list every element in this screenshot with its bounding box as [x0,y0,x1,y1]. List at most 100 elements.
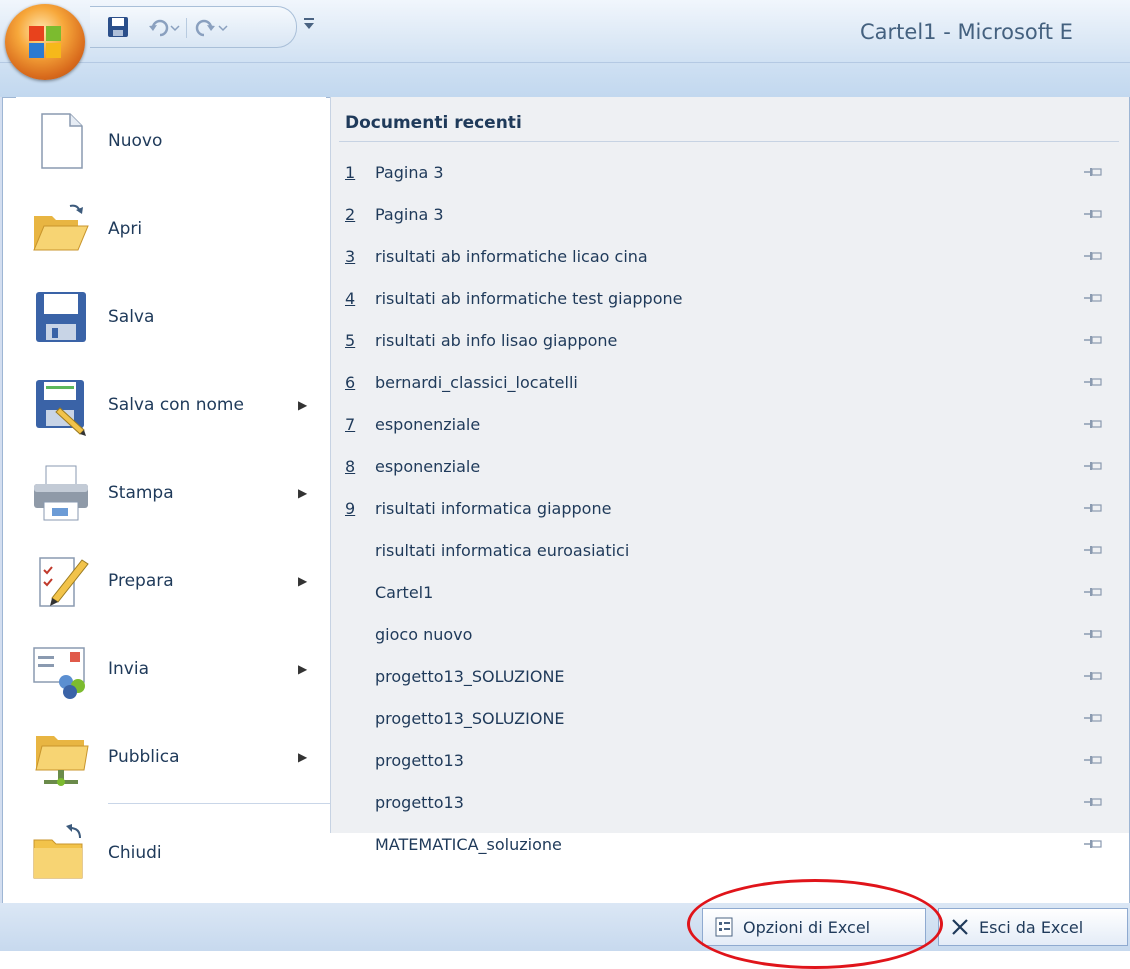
menu-item-apri[interactable]: Apri [16,185,326,273]
recent-document-name: risultati informatica giappone [375,499,612,518]
submenu-arrow-icon: ▶ [298,750,308,764]
menu-item-label: Pubblica [108,747,180,767]
office-button[interactable] [5,4,85,80]
pin-icon[interactable] [1083,627,1103,641]
pin-icon[interactable] [1083,249,1103,263]
recent-document-name: esponenziale [375,457,481,476]
recent-document-item[interactable]: risultati informatica euroasiatici [331,531,1129,573]
menu-item-pubblica[interactable]: Pubblica ▶ [16,713,326,801]
menu-item-label: Salva [108,307,155,327]
menu-item-label: Stampa [108,483,174,503]
recent-document-item[interactable]: 9 risultati informatica giappone [331,489,1129,531]
menu-item-chiudi[interactable]: Chiudi [16,809,326,897]
menu-item-label: Prepara [108,571,174,591]
menu-item-label: Salva con nome [108,395,244,415]
recent-document-name: esponenziale [375,415,481,434]
save-icon [36,292,86,342]
recent-documents-divider [339,141,1119,142]
recent-document-name: MATEMATICA_soluzione [375,835,562,854]
recent-document-item[interactable]: 3 risultati ab informatiche licao cina [331,237,1129,279]
recent-document-name: Cartel1 [375,583,434,602]
menu-item-salva-con-nome[interactable]: Salva con nome ▶ [16,361,326,449]
recent-document-name: gioco nuovo [375,625,473,644]
close-icon [949,916,971,938]
pin-icon[interactable] [1083,417,1103,431]
office-menu-commands: Nuovo Apri Salva Salva con nome ▶ Stampa… [16,97,342,879]
menu-item-stampa[interactable]: Stampa ▶ [16,449,326,537]
pin-icon[interactable] [1083,501,1103,515]
menu-item-label: Apri [108,219,143,239]
recent-document-item[interactable]: progetto13 [331,741,1129,783]
customize-qat-icon[interactable] [302,14,316,32]
pin-icon[interactable] [1083,375,1103,389]
menu-item-prepara[interactable]: Prepara ▶ [16,537,326,625]
recent-document-number: 9 [345,499,356,518]
submenu-arrow-icon: ▶ [298,662,308,676]
recent-document-number: 4 [345,289,356,308]
recent-document-item[interactable]: 1 Pagina 3 [331,153,1129,195]
options-icon [713,916,735,938]
pin-icon[interactable] [1083,459,1103,473]
pin-icon[interactable] [1083,291,1103,305]
recent-document-item[interactable]: Cartel1 [331,573,1129,615]
recent-document-item[interactable]: 2 Pagina 3 [331,195,1129,237]
qat-redo-button[interactable] [194,15,230,39]
pin-icon[interactable] [1083,333,1103,347]
menu-item-nuovo[interactable]: Nuovo [16,97,326,185]
menu-item-invia[interactable]: Invia ▶ [16,625,326,713]
recent-document-number: 3 [345,247,356,266]
recent-document-item[interactable]: 8 esponenziale [331,447,1129,489]
quick-access-toolbar [90,6,297,48]
recent-document-name: progetto13 [375,751,464,770]
recent-document-item[interactable]: gioco nuovo [331,615,1129,657]
redo-icon [195,19,228,37]
submenu-arrow-icon: ▶ [298,398,308,412]
pin-icon[interactable] [1083,837,1103,851]
recent-document-name: Pagina 3 [375,163,444,182]
save-icon [108,17,128,37]
new-document-icon [41,113,83,169]
recent-document-item[interactable]: 6 bernardi_classici_locatelli [331,363,1129,405]
publish-icon [35,736,89,786]
undo-icon [149,19,180,37]
recent-document-item[interactable]: 5 risultati ab info lisao giappone [331,321,1129,363]
title-bar-divider [0,62,1130,63]
office-logo-icon [29,26,61,58]
window-title: Cartel1 - Microsoft E [860,20,1073,44]
title-bar: Cartel1 - Microsoft E [0,0,1130,97]
recent-document-number: 2 [345,205,356,224]
pin-icon[interactable] [1083,753,1103,767]
recent-document-number: 8 [345,457,356,476]
prepare-icon [39,557,89,607]
excel-options-label: Opzioni di Excel [743,917,871,937]
recent-document-name: risultati informatica euroasiatici [375,541,630,560]
menu-item-label: Invia [108,659,149,679]
recent-document-item[interactable]: MATEMATICA_soluzione [331,825,1129,867]
menu-item-salva[interactable]: Salva [16,273,326,361]
office-menu-footer: Opzioni di Excel Esci da Excel [0,903,1130,951]
qat-save-button[interactable] [106,15,130,39]
pin-icon[interactable] [1083,165,1103,179]
qat-separator [186,18,187,38]
recent-document-number: 5 [345,331,356,350]
recent-document-item[interactable]: 4 risultati ab informatiche test giappone [331,279,1129,321]
close-folder-icon [33,824,83,879]
pin-icon[interactable] [1083,711,1103,725]
exit-excel-label: Esci da Excel [979,917,1084,937]
pin-icon[interactable] [1083,543,1103,557]
recent-document-name: risultati ab informatiche test giappone [375,289,683,308]
pin-icon[interactable] [1083,795,1103,809]
pin-icon[interactable] [1083,585,1103,599]
qat-undo-button[interactable] [146,15,182,39]
recent-document-item[interactable]: progetto13_SOLUZIONE [331,699,1129,741]
recent-document-item[interactable]: progetto13 [331,783,1129,825]
recent-documents-title: Documenti recenti [345,113,522,133]
recent-document-name: progetto13 [375,793,464,812]
exit-excel-button[interactable]: Esci da Excel [938,908,1128,946]
pin-icon[interactable] [1083,207,1103,221]
recent-document-item[interactable]: 7 esponenziale [331,405,1129,447]
pin-icon[interactable] [1083,669,1103,683]
submenu-arrow-icon: ▶ [298,486,308,500]
recent-document-item[interactable]: progetto13_SOLUZIONE [331,657,1129,699]
excel-options-button[interactable]: Opzioni di Excel [702,908,926,946]
